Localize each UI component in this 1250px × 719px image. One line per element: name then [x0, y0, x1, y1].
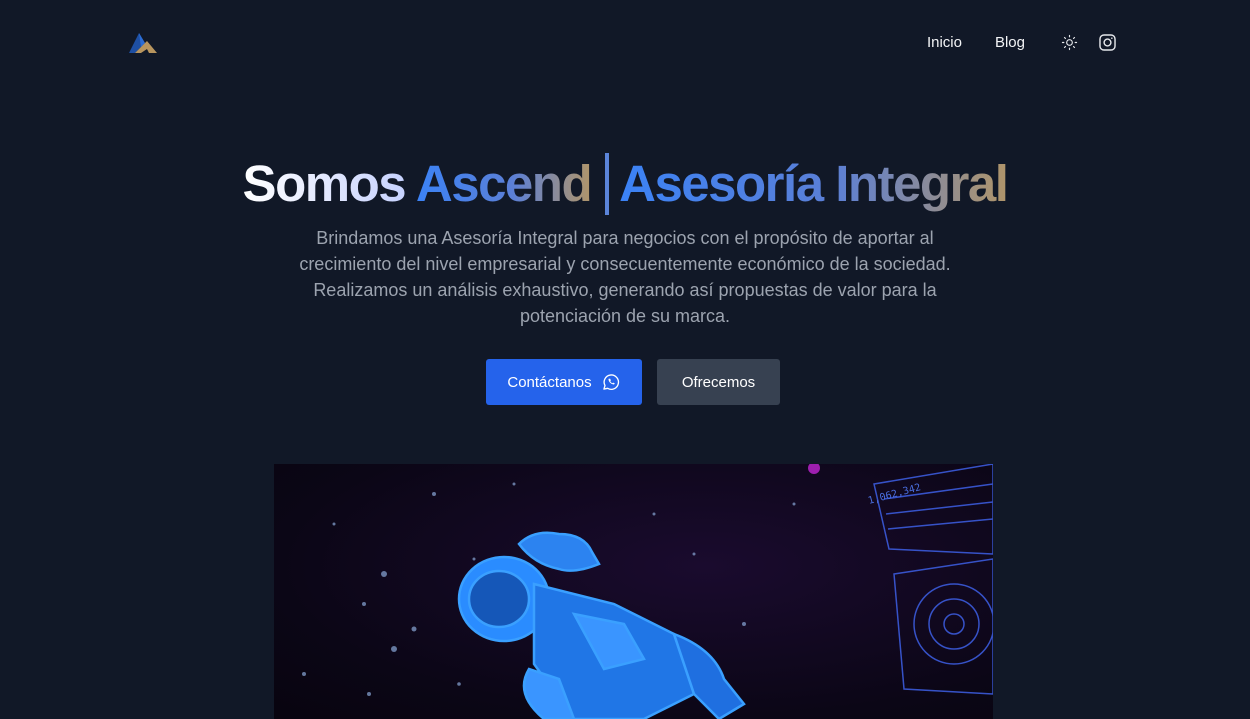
instagram-link[interactable]: [1097, 32, 1117, 52]
hero-title-somos: Somos: [242, 155, 407, 212]
ascend-logo-icon: [129, 33, 157, 53]
site-header: Inicio Blog: [0, 0, 1250, 84]
contact-button[interactable]: Contáctanos: [486, 359, 642, 405]
whatsapp-icon: [601, 372, 621, 392]
theme-toggle-button[interactable]: [1059, 32, 1079, 52]
nav-link-inicio[interactable]: Inicio: [927, 34, 962, 51]
logo-link[interactable]: [127, 29, 159, 55]
hero-title-asesoria: Asesoría Integral: [619, 155, 1009, 212]
contact-button-label: Contáctanos: [507, 373, 592, 391]
hero-title-ascend: Ascend: [415, 155, 593, 212]
offerings-button[interactable]: Ofrecemos: [657, 359, 780, 405]
page: Inicio Blog Somos Ascend Asesoría Integr…: [0, 0, 1250, 719]
typing-cursor: [605, 152, 610, 215]
hero-title: Somos Ascend Asesoría Integral: [0, 150, 1250, 219]
main-nav: Inicio Blog: [927, 30, 1150, 54]
hero-astronaut-image: 1,062,342: [274, 464, 993, 719]
sun-icon: [1061, 34, 1077, 50]
hero-description: Brindamos una Asesoría Integral para neg…: [299, 228, 951, 326]
instagram-icon: [1098, 33, 1116, 51]
nav-link-blog[interactable]: Blog: [995, 34, 1025, 51]
